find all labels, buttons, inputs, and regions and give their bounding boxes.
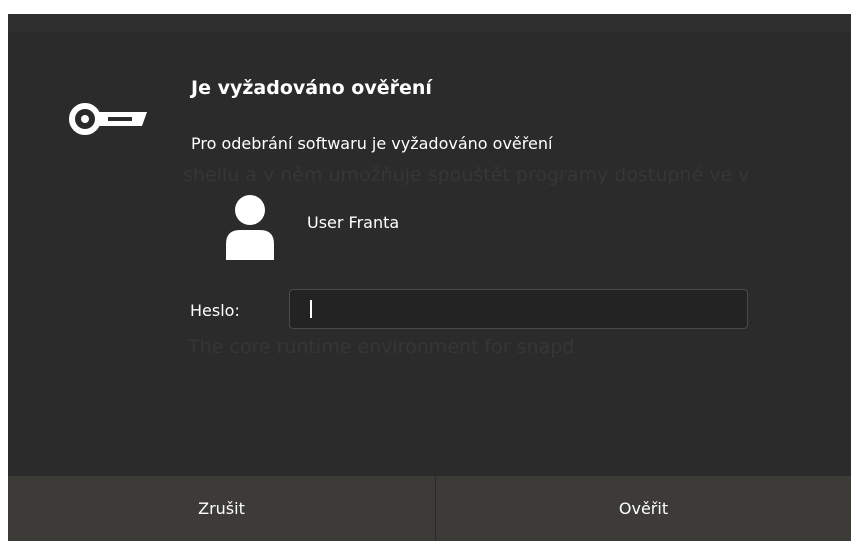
authentication-dialog: shellu a v něm umožňuje spouštět program…: [8, 14, 851, 541]
text-caret: [310, 300, 312, 318]
authenticate-button[interactable]: Ověřit: [436, 476, 851, 541]
dialog-button-bar: Zrušit Ověřit: [8, 476, 851, 541]
dialog-message: Pro odebrání softwaru je vyžadováno ověř…: [191, 134, 553, 153]
user-avatar-icon: [226, 195, 274, 260]
dialog-top-strip: [8, 14, 851, 32]
key-icon: [69, 103, 147, 135]
background-text-line: shellu a v něm umožňuje spouštět program…: [183, 164, 750, 186]
password-field[interactable]: [289, 289, 748, 329]
password-label: Heslo:: [190, 301, 240, 320]
cancel-button[interactable]: Zrušit: [8, 476, 436, 541]
background-text-line: The core runtime environment for snapd: [188, 336, 575, 358]
screen: shellu a v něm umožňuje spouštět program…: [0, 0, 851, 541]
dialog-title: Je vyžadováno ověření: [191, 77, 432, 99]
user-name: User Franta: [307, 213, 400, 232]
